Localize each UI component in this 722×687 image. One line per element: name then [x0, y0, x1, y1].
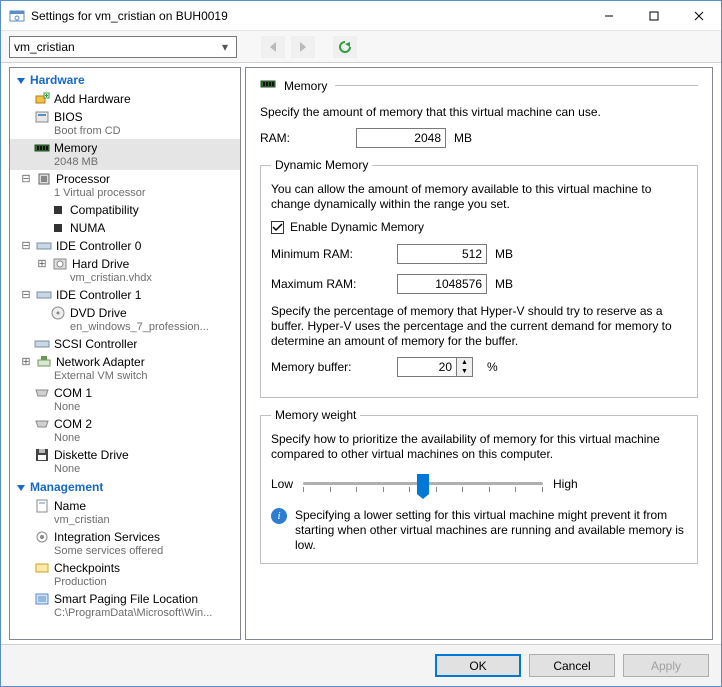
add-hardware-icon — [34, 91, 50, 107]
settings-panel: Memory Specify the amount of memory that… — [245, 67, 713, 640]
nav-forward-button[interactable] — [291, 36, 315, 58]
checkpoint-icon — [34, 560, 50, 576]
bios-icon — [34, 109, 50, 125]
memory-weight-legend: Memory weight — [271, 408, 360, 422]
checkbox-checked-icon — [271, 221, 284, 234]
window-title: Settings for vm_cristian on BUH0019 — [31, 9, 586, 23]
min-ram-label: Minimum RAM: — [271, 247, 389, 261]
chip-icon — [50, 220, 66, 236]
expand-icon[interactable]: ⊟ — [20, 172, 32, 187]
minimize-button[interactable] — [586, 1, 631, 30]
dynamic-memory-group: Dynamic Memory You can allow the amount … — [260, 158, 698, 398]
tree-item-hard-drive[interactable]: ⊞Hard Drive vm_cristian.vhdx — [10, 255, 240, 286]
min-ram-input[interactable] — [397, 244, 487, 264]
tree-item-ide1[interactable]: ⊟IDE Controller 1 — [10, 286, 240, 304]
buffer-input[interactable] — [397, 357, 457, 377]
panel-title: Memory — [284, 79, 327, 93]
tree-item-smart-paging[interactable]: Smart Paging File Location C:\ProgramDat… — [10, 590, 240, 621]
controller-icon — [36, 287, 52, 303]
intro-text: Specify the amount of memory that this v… — [260, 105, 698, 120]
tree-item-integration-services[interactable]: Integration Services Some services offer… — [10, 528, 240, 559]
buffer-label: Memory buffer: — [271, 360, 389, 374]
tree-item-checkpoints[interactable]: Checkpoints Production — [10, 559, 240, 590]
tree-item-name[interactable]: Name vm_cristian — [10, 497, 240, 528]
ram-input[interactable] — [356, 128, 446, 148]
name-icon — [34, 498, 50, 514]
tree-item-network-adapter[interactable]: ⊞Network Adapter External VM switch — [10, 353, 240, 384]
expand-icon[interactable]: ⊞ — [36, 257, 48, 272]
memory-weight-slider[interactable] — [303, 470, 543, 498]
slider-high-label: High — [553, 477, 578, 491]
toolbar: vm_cristian ▾ — [1, 31, 721, 63]
services-icon — [34, 529, 50, 545]
memory-icon — [260, 76, 276, 95]
category-management[interactable]: Management — [10, 477, 240, 497]
vm-selector-combo[interactable]: vm_cristian ▾ — [9, 36, 237, 58]
max-ram-input[interactable] — [397, 274, 487, 294]
controller-icon — [36, 238, 52, 254]
enable-dynamic-memory-checkbox[interactable]: Enable Dynamic Memory — [271, 220, 687, 234]
button-bar: OK Cancel Apply — [1, 644, 721, 686]
buffer-spinner[interactable]: ▲▼ — [457, 357, 473, 377]
info-text: Specifying a lower setting for this virt… — [295, 508, 687, 553]
dynamic-memory-legend: Dynamic Memory — [271, 158, 372, 172]
apply-button[interactable]: Apply — [623, 654, 709, 677]
processor-icon — [36, 171, 52, 187]
ram-unit: MB — [454, 131, 472, 145]
controller-icon — [34, 336, 50, 352]
dvd-icon — [50, 305, 66, 321]
tree-item-scsi[interactable]: SCSI Controller — [10, 335, 240, 353]
nav-back-button[interactable] — [261, 36, 285, 58]
expand-icon[interactable]: ⊞ — [20, 355, 32, 370]
tree-item-com1[interactable]: COM 1 None — [10, 384, 240, 415]
settings-tree: Hardware Add Hardware BIOS Boot from CD … — [9, 67, 241, 640]
tree-item-numa[interactable]: NUMA — [10, 219, 240, 237]
category-hardware[interactable]: Hardware — [10, 70, 240, 90]
tree-item-compatibility[interactable]: Compatibility — [10, 201, 240, 219]
vm-selector-value: vm_cristian — [14, 40, 218, 54]
expand-icon[interactable]: ⊟ — [20, 288, 32, 303]
chevron-down-icon: ▾ — [218, 40, 232, 54]
tree-item-diskette[interactable]: Diskette Drive None — [10, 446, 240, 477]
expand-icon[interactable]: ⊟ — [20, 239, 32, 254]
max-ram-label: Maximum RAM: — [271, 277, 389, 291]
paging-icon — [34, 591, 50, 607]
titlebar: Settings for vm_cristian on BUH0019 — [1, 1, 721, 31]
app-icon — [9, 8, 25, 24]
collapse-icon — [16, 483, 26, 492]
tree-item-add-hardware[interactable]: Add Hardware — [10, 90, 240, 108]
slider-low-label: Low — [271, 477, 293, 491]
info-icon: i — [271, 508, 287, 524]
serial-port-icon — [34, 385, 50, 401]
collapse-icon — [16, 76, 26, 85]
ram-label: RAM: — [260, 131, 348, 145]
chip-icon — [50, 202, 66, 218]
close-button[interactable] — [676, 1, 721, 30]
tree-item-ide0[interactable]: ⊟IDE Controller 0 — [10, 237, 240, 255]
cancel-button[interactable]: Cancel — [529, 654, 615, 677]
memory-icon — [34, 140, 50, 156]
diskette-icon — [34, 447, 50, 463]
network-icon — [36, 354, 52, 370]
refresh-button[interactable] — [333, 36, 357, 58]
maximize-button[interactable] — [631, 1, 676, 30]
tree-item-memory[interactable]: Memory 2048 MB — [10, 139, 240, 170]
ok-button[interactable]: OK — [435, 654, 521, 677]
tree-item-dvd-drive[interactable]: DVD Drive en_windows_7_profession... — [10, 304, 240, 335]
tree-item-processor[interactable]: ⊟Processor 1 Virtual processor — [10, 170, 240, 201]
hard-drive-icon — [52, 256, 68, 272]
tree-item-com2[interactable]: COM 2 None — [10, 415, 240, 446]
tree-item-bios[interactable]: BIOS Boot from CD — [10, 108, 240, 139]
serial-port-icon — [34, 416, 50, 432]
memory-weight-group: Memory weight Specify how to prioritize … — [260, 408, 698, 564]
